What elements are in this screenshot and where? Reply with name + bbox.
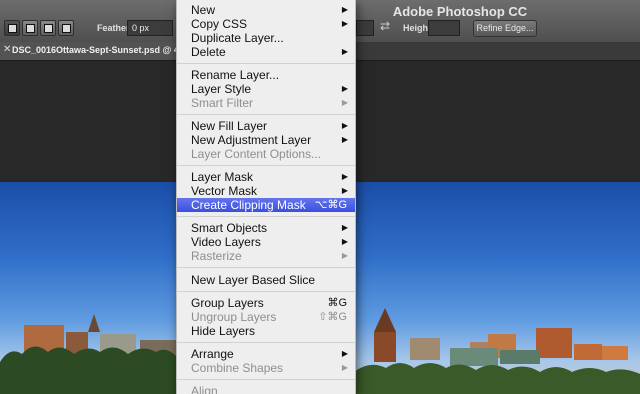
menu-item-smart-objects[interactable]: Smart Objects ▶ [177,221,355,235]
menu-item-rasterize: Rasterize ▶ [191,249,348,263]
menu-item-duplicate-layer[interactable]: Duplicate Layer... [177,31,355,45]
app-title: Adobe Photoshop CC [392,4,528,19]
document-tab-title: DSC_0016Ottawa-Sept-Sunset.psd @ 44% (L [12,45,176,55]
menu-item-arrange[interactable]: Arrange ▶ [177,347,355,361]
submenu-arrow-icon: ▶ [341,251,348,260]
menu-separator [177,291,355,292]
menu-item-layer-style[interactable]: Layer Style ▶ [177,82,355,96]
menu-item-layer-mask[interactable]: Layer Mask ▶ [177,170,355,184]
menu-item-layer-content-options: Layer Content Options... [191,147,322,161]
shortcut-label: ⌥⌘G [314,199,347,211]
menu-item-smart-filter: Smart Filter ▶ [191,96,348,110]
submenu-arrow-icon: ▶ [341,84,348,93]
submenu-arrow-icon: ▶ [341,349,348,358]
menu-item-create-clipping-mask[interactable]: Create Clipping Mask ⌥⌘G [177,198,355,212]
layer-context-menu: New ▶ Copy CSS ▶ Duplicate Layer... Dele… [176,0,356,394]
submenu-arrow-icon: ▶ [341,223,348,232]
menu-separator [177,342,355,343]
menu-item-new-adjustment-layer[interactable]: New Adjustment Layer ▶ [177,133,355,147]
close-tab-icon[interactable]: ✕ [3,44,11,55]
submenu-arrow-icon: ▶ [341,98,348,107]
submenu-arrow-icon: ▶ [341,121,348,130]
menu-separator [177,216,355,217]
document-tab[interactable]: ✕ DSC_0016Ottawa-Sept-Sunset.psd @ 44% (… [0,42,176,60]
menu-separator [177,379,355,380]
menu-item-new-fill-layer[interactable]: New Fill Layer ▶ [177,119,355,133]
shortcut-label: ⌘G [327,297,347,309]
menu-item-group-layers[interactable]: Group Layers ⌘G [177,296,355,310]
menu-item-new[interactable]: New ▶ [177,3,355,17]
submenu-arrow-icon: ▶ [341,19,348,28]
subtract-from-selection-icon[interactable] [40,20,56,36]
menu-separator [177,63,355,64]
menu-item-new-layer-based-slice[interactable]: New Layer Based Slice [177,273,355,287]
submenu-arrow-icon: ▶ [341,5,348,14]
width-input[interactable] [356,20,374,36]
submenu-arrow-icon: ▶ [341,363,348,372]
submenu-arrow-icon: ▶ [341,186,348,195]
refine-edge-button[interactable]: Refine Edge... [473,20,537,37]
menu-separator [177,267,355,268]
add-to-selection-icon[interactable] [22,20,38,36]
submenu-arrow-icon: ▶ [341,172,348,181]
menu-item-ungroup-layers: Ungroup Layers ⇧⌘G [191,310,347,324]
menu-item-video-layers[interactable]: Video Layers ▶ [177,235,355,249]
shortcut-label: ⇧⌘G [318,311,347,323]
menu-item-delete[interactable]: Delete ▶ [177,45,355,59]
intersect-selection-icon[interactable] [58,20,74,36]
menu-item-align: Align [191,384,218,394]
submenu-arrow-icon: ▶ [341,47,348,56]
submenu-arrow-icon: ▶ [341,135,348,144]
submenu-arrow-icon: ▶ [341,237,348,246]
swap-dimensions-icon[interactable]: ⇄ [380,19,390,33]
menu-item-hide-layers[interactable]: Hide Layers [177,324,355,338]
menu-item-combine-shapes: Combine Shapes ▶ [191,361,348,375]
menu-item-copy-css[interactable]: Copy CSS ▶ [177,17,355,31]
menu-separator [177,165,355,166]
new-selection-icon[interactable] [4,20,20,36]
menu-item-rename-layer[interactable]: Rename Layer... [177,68,355,82]
feather-input[interactable]: 0 px [127,20,173,36]
menu-item-vector-mask[interactable]: Vector Mask ▶ [177,184,355,198]
height-input[interactable] [428,20,460,36]
menu-separator [177,114,355,115]
